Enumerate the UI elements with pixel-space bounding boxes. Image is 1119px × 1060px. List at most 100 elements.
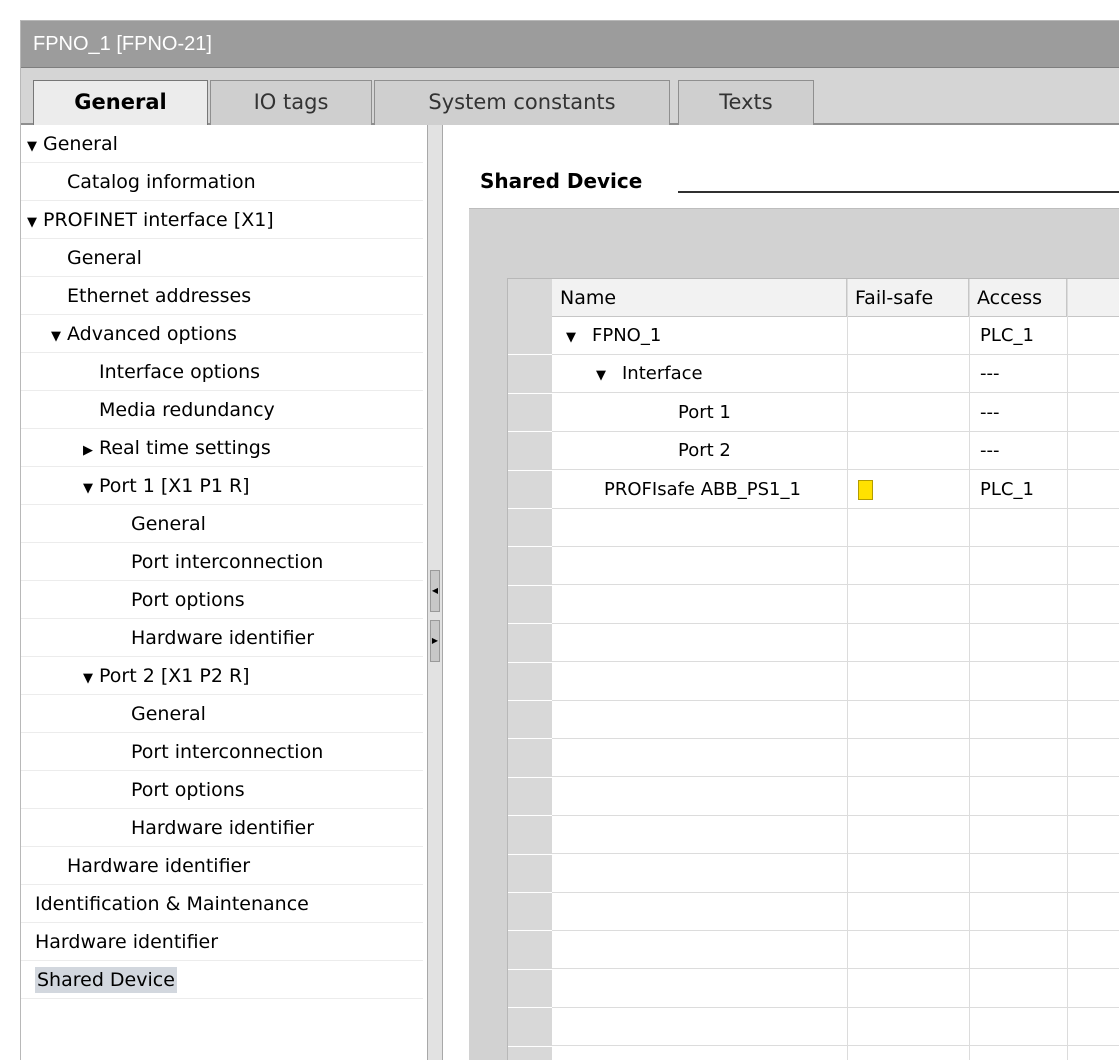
table-row[interactable] (552, 509, 1119, 547)
expanded-arrow-icon[interactable]: ▼ (566, 319, 592, 357)
nav-item[interactable]: Catalog information (21, 163, 423, 201)
nav-item[interactable]: ▼ Port 2 [X1 P2 R] (21, 657, 423, 695)
cell-access[interactable]: PLC_1 (980, 317, 1034, 355)
row-header-divider (508, 584, 552, 586)
nav-item-label: General (67, 247, 142, 269)
expanded-arrow-icon[interactable]: ▼ (21, 128, 43, 166)
table-row[interactable] (552, 547, 1119, 586)
nav-item-label: General (131, 513, 206, 535)
nav-item[interactable]: Identification & Maintenance (21, 885, 423, 923)
table-row[interactable] (552, 739, 1119, 778)
properties-window: FPNO_1 [FPNO-21] General IO tags System … (20, 20, 1119, 1060)
nav-item[interactable]: ▼ PROFINET interface [X1] (21, 201, 423, 239)
nav-item[interactable]: General (21, 505, 423, 543)
table-row[interactable] (552, 701, 1119, 739)
pane-splitter[interactable]: ◀ ▶ (427, 125, 443, 1060)
tab-texts[interactable]: Texts (678, 80, 814, 125)
nav-item-label: Advanced options (67, 323, 237, 345)
table-row[interactable] (552, 893, 1119, 931)
expanded-arrow-icon[interactable]: ▼ (21, 204, 43, 242)
table-row[interactable] (552, 663, 1119, 701)
nav-item[interactable]: Ethernet addresses (21, 277, 423, 315)
tab-system-constants[interactable]: System constants (374, 80, 670, 125)
window-title: FPNO_1 [FPNO-21] (21, 21, 1119, 68)
nav-item-label: Real time settings (99, 437, 271, 459)
cell-name: Port 1 (678, 394, 731, 432)
table-row[interactable] (552, 816, 1119, 855)
expanded-arrow-icon[interactable]: ▼ (596, 357, 622, 395)
table-row[interactable] (552, 1008, 1119, 1047)
column-header-name[interactable]: Name (552, 279, 847, 317)
shared-device-table: Name Fail-safe Access ▼ FPNO_1 PLC_1 ▼ Inter… (507, 278, 1119, 1060)
cell-name-text: Interface (622, 363, 703, 385)
row-header-divider (508, 661, 552, 663)
collapsed-arrow-icon[interactable]: ▶ (77, 432, 99, 470)
row-header-divider (508, 930, 552, 932)
table-row[interactable] (552, 624, 1119, 663)
fail-safe-indicator-icon (858, 479, 873, 500)
nav-item-label: Port options (131, 779, 245, 801)
nav-item-label: Port interconnection (131, 551, 324, 573)
row-header-divider (508, 892, 552, 893)
nav-item[interactable]: Hardware identifier (21, 809, 423, 847)
cell-name-text: FPNO_1 (592, 325, 662, 346)
nav-item[interactable]: General (21, 239, 423, 277)
row-header-divider (508, 776, 552, 778)
table-row[interactable] (552, 586, 1119, 624)
column-header-fail-safe[interactable]: Fail-safe (847, 279, 969, 317)
nav-item[interactable]: Hardware identifier (21, 619, 423, 657)
expanded-arrow-icon[interactable]: ▼ (45, 318, 67, 356)
tab-general[interactable]: General (33, 80, 208, 127)
expanded-arrow-icon[interactable]: ▼ (77, 660, 99, 698)
nav-item-label: Hardware identifier (131, 817, 315, 839)
column-header-access[interactable]: Access (969, 279, 1067, 317)
row-header-divider (508, 469, 552, 471)
nav-item[interactable]: Port options (21, 771, 423, 809)
nav-item[interactable]: Port interconnection (21, 733, 423, 771)
table-row[interactable] (552, 394, 1119, 432)
nav-item[interactable]: Hardware identifier (21, 923, 423, 961)
table-row[interactable] (552, 1047, 1119, 1060)
nav-item[interactable]: ▶ Real time settings (21, 429, 423, 467)
cell-name-text: Port 1 (678, 401, 731, 423)
nav-item[interactable]: Media redundancy (21, 391, 423, 429)
row-header-divider (508, 546, 552, 548)
nav-item[interactable]: Port options (21, 581, 423, 619)
cell-name-text: Port 2 (678, 440, 731, 462)
nav-item-label: Port 2 [X1 P2 R] (99, 665, 250, 687)
cell-name: Port 2 (678, 432, 731, 470)
expand-right-button[interactable]: ▶ (430, 620, 440, 662)
cell-access[interactable]: --- (980, 355, 1000, 393)
nav-item[interactable]: Hardware identifier (21, 847, 423, 885)
expanded-arrow-icon[interactable]: ▼ (77, 470, 99, 508)
nav-item-label: Port options (131, 589, 245, 611)
table-row[interactable] (552, 931, 1119, 970)
nav-item-label: Identification & Maintenance (35, 893, 309, 915)
nav-item[interactable]: ▼ Port 1 [X1 P1 R] (21, 467, 423, 505)
table-row[interactable] (552, 432, 1119, 471)
collapse-left-button[interactable]: ◀ (430, 570, 440, 612)
row-header-divider (508, 815, 552, 817)
section-title: Shared Device (480, 169, 643, 193)
table-row[interactable] (552, 855, 1119, 893)
row-header-divider (508, 1045, 552, 1047)
nav-item[interactable]: General (21, 695, 423, 733)
nav-item-label: General (43, 133, 118, 155)
nav-item[interactable]: ▼ General (21, 125, 423, 163)
cell-access[interactable]: PLC_1 (980, 471, 1034, 509)
cell-access[interactable]: --- (980, 432, 1000, 470)
row-header-divider (508, 623, 552, 625)
nav-item-label: Ethernet addresses (67, 285, 252, 307)
row-header-divider (508, 853, 552, 855)
cell-name-text: PROFIsafe ABB_PS1_1 (604, 478, 801, 500)
nav-item[interactable]: Interface options (21, 353, 423, 391)
nav-item[interactable]: ▼ Advanced options (21, 315, 423, 353)
row-header-column (508, 279, 552, 1060)
cell-access[interactable]: --- (980, 394, 1000, 432)
nav-item[interactable]: Shared Device (21, 961, 423, 999)
tab-strip: General IO tags System constants Texts (21, 68, 1119, 127)
tab-io-tags[interactable]: IO tags (210, 80, 372, 125)
nav-item[interactable]: Port interconnection (21, 543, 423, 581)
table-row[interactable] (552, 778, 1119, 816)
table-row[interactable] (552, 970, 1119, 1008)
